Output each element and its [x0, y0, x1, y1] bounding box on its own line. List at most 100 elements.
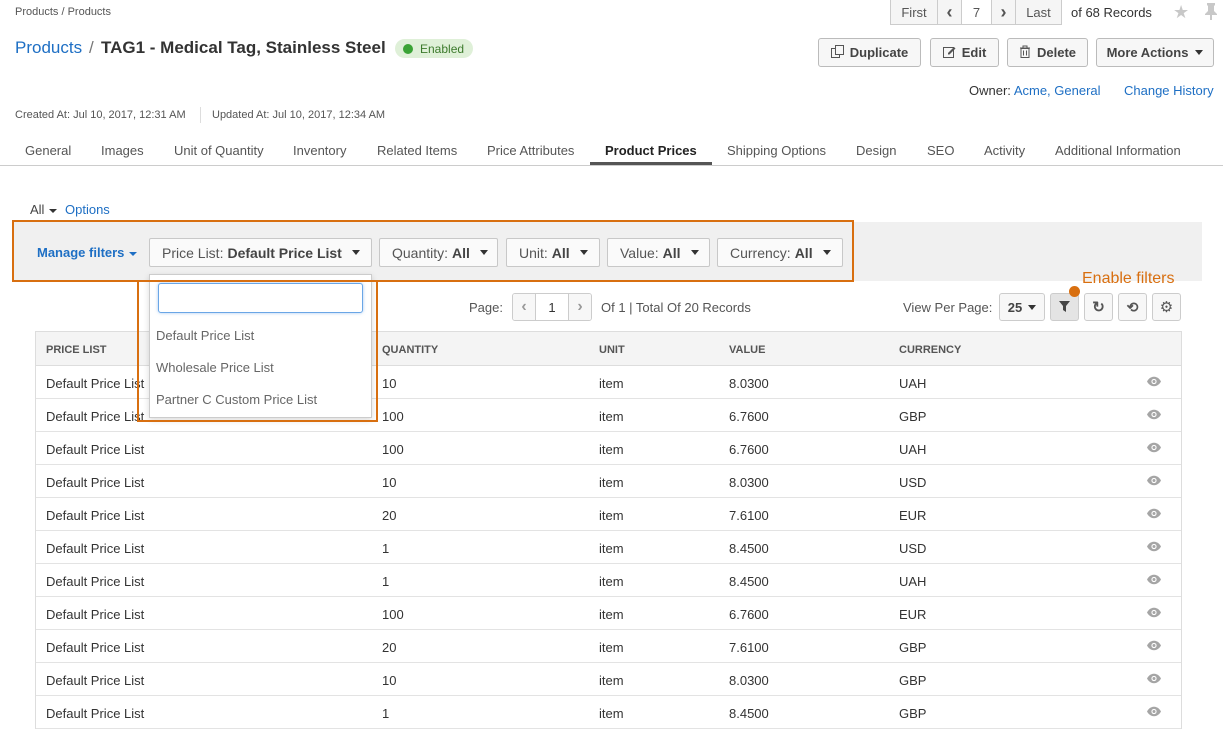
page-info: Of 1 | Total Of 20 Records: [601, 300, 751, 315]
prev-page-button[interactable]: ‹: [513, 294, 535, 320]
view-eye-icon[interactable]: [1146, 539, 1162, 555]
cell-quantity: 1: [382, 574, 390, 589]
cell-quantity: 10: [382, 376, 397, 391]
page-number-input[interactable]: 1: [535, 294, 569, 320]
cell-price-list: Default Price List: [46, 673, 145, 688]
duplicate-label: Duplicate: [849, 45, 909, 60]
tab-additional-information[interactable]: Additional Information: [1055, 143, 1181, 158]
table-row[interactable]: Default Price List 10 item 8.0300 USD: [36, 465, 1181, 498]
tab-price-attributes[interactable]: Price Attributes: [487, 143, 574, 158]
cell-quantity: 20: [382, 508, 397, 523]
table-row[interactable]: Default Price List 1 item 8.4500 GBP: [36, 696, 1181, 729]
view-eye-icon[interactable]: [1146, 572, 1162, 588]
chevron-left-icon: ‹: [946, 1, 953, 22]
cell-price-list: Default Price List: [46, 409, 145, 424]
products-link[interactable]: Products: [15, 38, 82, 58]
view-eye-icon[interactable]: [1146, 605, 1162, 621]
delete-label: Delete: [1036, 45, 1077, 60]
cell-currency: GBP: [899, 409, 927, 424]
cell-quantity: 1: [382, 541, 390, 556]
tab-inventory[interactable]: Inventory: [293, 143, 346, 158]
next-page-button[interactable]: ›: [569, 294, 591, 320]
column-header-currency[interactable]: CURRENCY: [899, 344, 961, 356]
cell-unit: item: [599, 475, 624, 490]
table-row[interactable]: Default Price List 10 item 8.0300 GBP: [36, 663, 1181, 696]
tab-seo[interactable]: SEO: [927, 143, 954, 158]
updated-at: Updated At: Jul 10, 2017, 12:34 AM: [212, 109, 386, 121]
change-history-link[interactable]: Change History: [1124, 83, 1214, 98]
first-record-button[interactable]: First: [890, 0, 938, 25]
view-eye-icon[interactable]: [1146, 407, 1162, 423]
tab-related-items[interactable]: Related Items: [377, 143, 457, 158]
view-eye-icon[interactable]: [1146, 704, 1162, 720]
breadcrumb[interactable]: Products / Products: [15, 6, 111, 18]
cell-currency: GBP: [899, 673, 927, 688]
per-page-label: View Per Page:: [903, 300, 993, 315]
prev-record-button[interactable]: ‹: [938, 0, 962, 25]
meta-divider: [200, 107, 201, 123]
cell-value: 6.7600: [729, 607, 769, 622]
more-actions-button[interactable]: More Actions: [1096, 38, 1214, 67]
star-icon[interactable]: ★: [1173, 2, 1189, 23]
cell-unit: item: [599, 640, 624, 655]
view-eye-icon[interactable]: [1146, 440, 1162, 456]
cell-quantity: 100: [382, 409, 404, 424]
view-eye-icon[interactable]: [1146, 671, 1162, 687]
cell-quantity: 1: [382, 706, 390, 721]
gear-icon: ⚙: [1159, 299, 1174, 316]
table-row[interactable]: Default Price List 20 item 7.6100 EUR: [36, 498, 1181, 531]
table-row[interactable]: Default Price List 1 item 8.4500 UAH: [36, 564, 1181, 597]
tab-shipping-options[interactable]: Shipping Options: [727, 143, 826, 158]
active-tab-indicator: [590, 162, 712, 165]
table-row[interactable]: Default Price List 100 item 6.7600 EUR: [36, 597, 1181, 630]
duplicate-button[interactable]: Duplicate: [818, 38, 921, 67]
per-page-select[interactable]: 25: [999, 293, 1045, 321]
last-record-button[interactable]: Last: [1016, 0, 1062, 25]
owner-label: Owner:: [969, 83, 1011, 98]
reset-icon: ⟲: [1126, 298, 1139, 315]
view-eye-icon[interactable]: [1146, 506, 1162, 522]
table-row[interactable]: Default Price List 20 item 7.6100 GBP: [36, 630, 1181, 663]
grid-settings-button[interactable]: ⚙: [1152, 293, 1181, 321]
cell-unit: item: [599, 607, 624, 622]
filter-toggle-button[interactable]: [1050, 293, 1079, 321]
tab-images[interactable]: Images: [101, 143, 144, 158]
tab-design[interactable]: Design: [856, 143, 896, 158]
edit-button[interactable]: Edit: [930, 38, 999, 67]
table-row[interactable]: Default Price List 100 item 6.7600 UAH: [36, 432, 1181, 465]
view-eye-icon[interactable]: [1146, 473, 1162, 489]
record-number-input[interactable]: 7: [962, 0, 992, 25]
status-dot-icon: [403, 43, 413, 54]
column-header-price-list[interactable]: PRICE LIST: [46, 344, 107, 356]
column-header-value[interactable]: VALUE: [729, 344, 765, 356]
cell-currency: EUR: [899, 607, 927, 622]
tab-activity[interactable]: Activity: [984, 143, 1025, 158]
title-separator: /: [89, 38, 94, 57]
copy-icon: [830, 44, 844, 61]
pin-icon[interactable]: [1204, 2, 1218, 25]
view-eye-icon[interactable]: [1146, 374, 1162, 390]
refresh-button[interactable]: ↻: [1084, 293, 1113, 321]
table-row[interactable]: Default Price List 1 item 8.4500 USD: [36, 531, 1181, 564]
tab-unit-of-quantity[interactable]: Unit of Quantity: [174, 143, 264, 158]
delete-button[interactable]: Delete: [1007, 38, 1088, 67]
caret-down-icon: [1028, 304, 1037, 310]
cell-price-list: Default Price List: [46, 475, 145, 490]
tab-product-prices[interactable]: Product Prices: [605, 143, 697, 158]
cell-currency: GBP: [899, 640, 927, 655]
cell-price-list: Default Price List: [46, 376, 145, 391]
tab-general[interactable]: General: [25, 143, 71, 158]
cell-unit: item: [599, 541, 624, 556]
options-link[interactable]: Options: [65, 202, 110, 217]
next-record-button[interactable]: ›: [992, 0, 1016, 25]
reset-button[interactable]: ⟲: [1118, 293, 1147, 321]
cell-price-list: Default Price List: [46, 607, 145, 622]
column-header-quantity[interactable]: QUANTITY: [382, 344, 438, 356]
owner-link[interactable]: Acme, General: [1014, 83, 1101, 98]
column-header-unit[interactable]: UNIT: [599, 344, 625, 356]
all-selector[interactable]: All: [30, 202, 58, 217]
cell-value: 7.6100: [729, 508, 769, 523]
cell-quantity: 10: [382, 673, 397, 688]
view-eye-icon[interactable]: [1146, 638, 1162, 654]
filter-icon: [1059, 300, 1070, 315]
